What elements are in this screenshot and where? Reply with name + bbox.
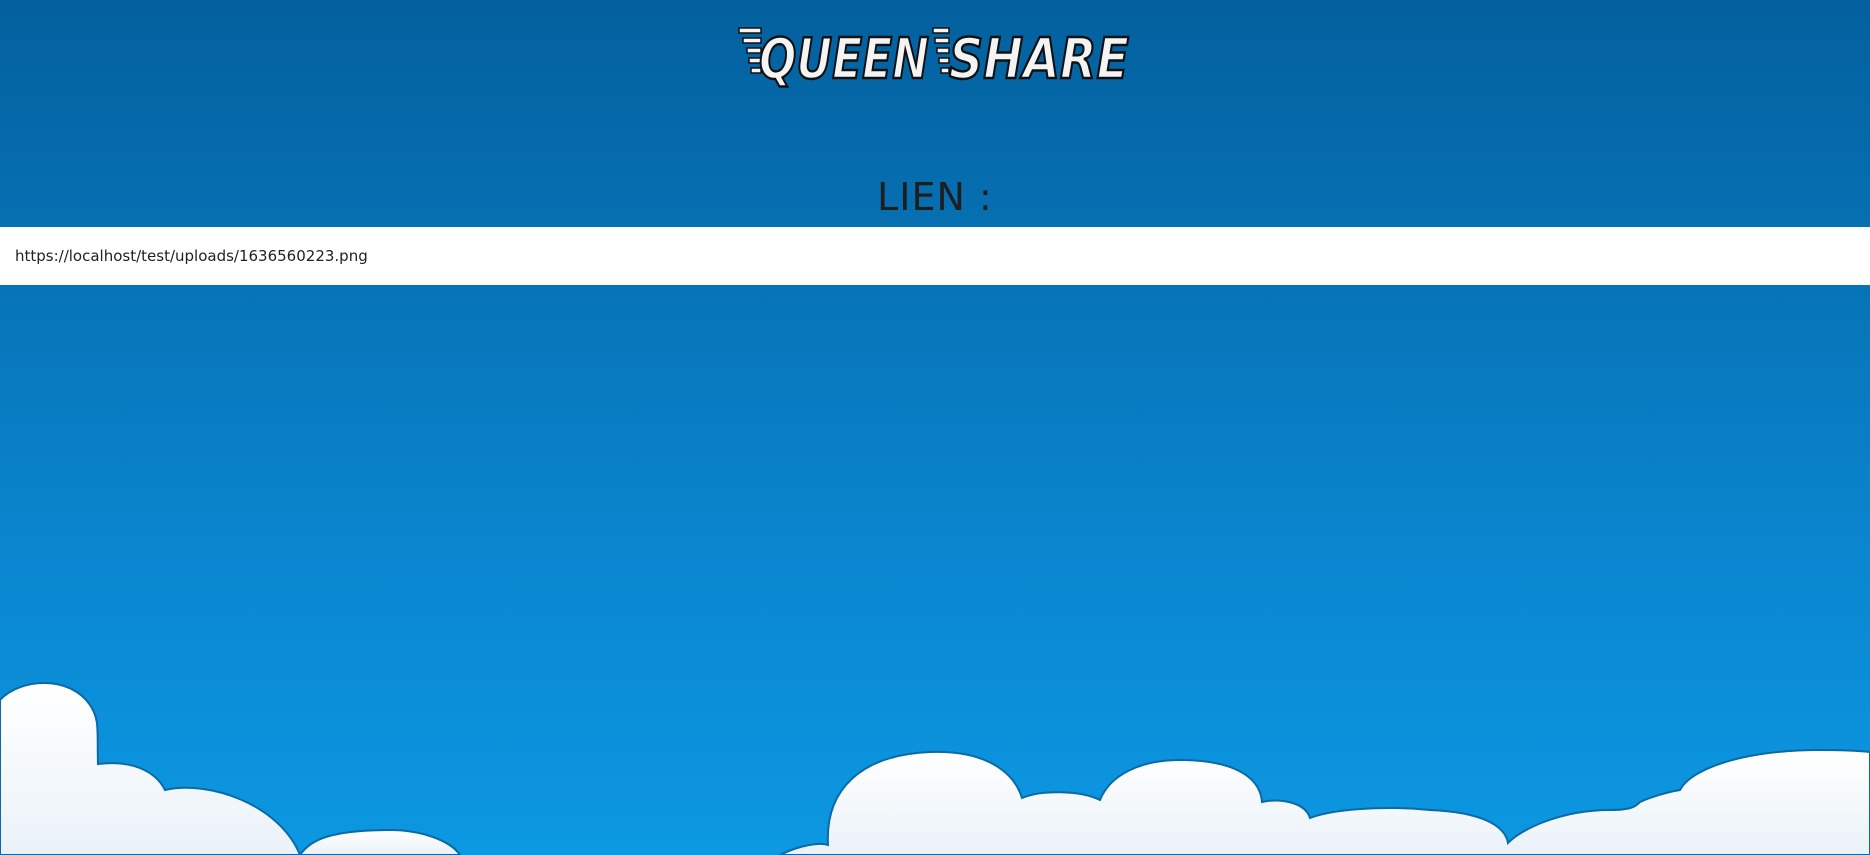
logo-text-right: SHARE <box>949 27 1129 92</box>
cloud-left-small <box>298 828 462 855</box>
cloud-center <box>779 748 1870 855</box>
speed-lines-icon <box>738 27 762 74</box>
clouds-decoration <box>0 682 1870 855</box>
cloud-left <box>0 682 302 855</box>
logo-text-left: QUEEN <box>759 27 929 92</box>
queenshare-logo[interactable]: QUEEN SHARE <box>735 18 1135 98</box>
logo-container: QUEEN SHARE <box>0 18 1870 98</box>
link-label: LIEN : <box>877 175 993 219</box>
speed-lines-icon <box>932 27 950 74</box>
share-link-field[interactable] <box>0 227 1870 285</box>
